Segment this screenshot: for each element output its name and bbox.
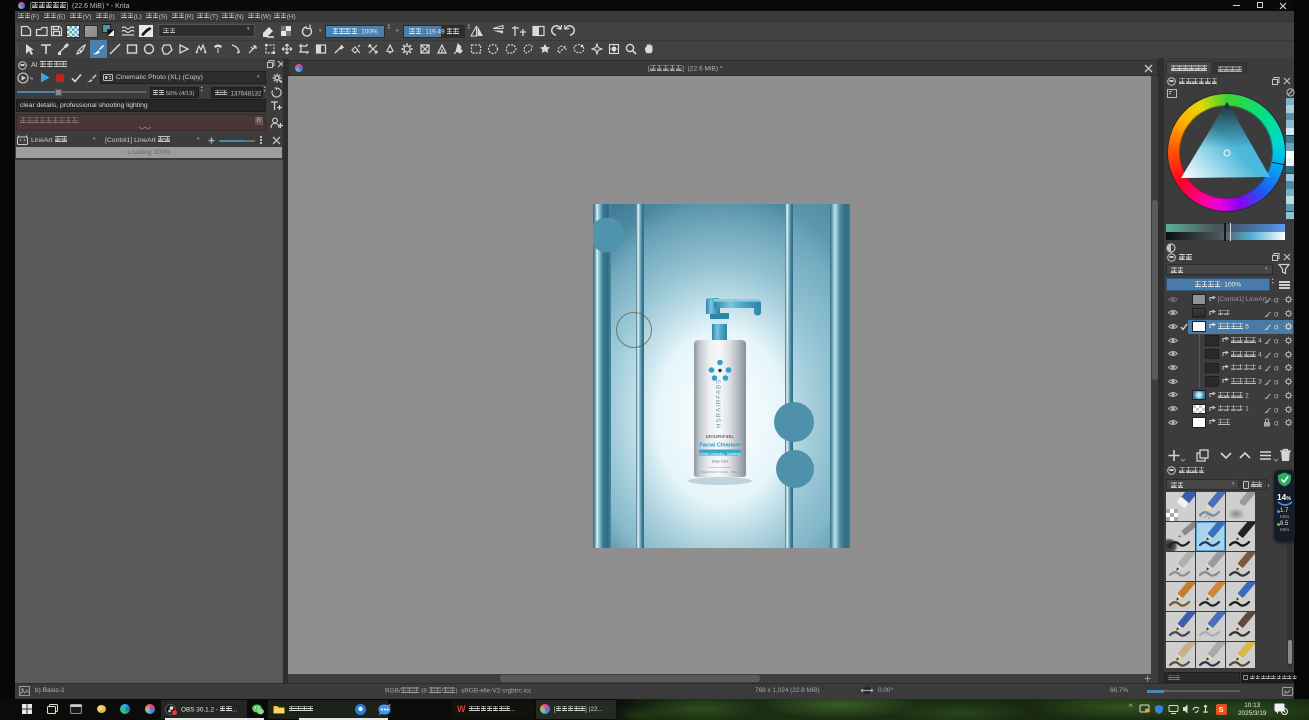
svg-text:α: α: [1274, 364, 1279, 373]
svg-text:α: α: [1274, 350, 1279, 359]
svg-text:α: α: [1274, 337, 1279, 346]
svg-text:α: α: [1274, 323, 1279, 332]
svg-text:α: α: [1274, 405, 1279, 414]
svg-text:α: α: [1274, 309, 1279, 318]
svg-text:Gentle Cleansing · Hydrating: Gentle Cleansing · Hydrating: [700, 452, 741, 456]
svg-text:Daily Care: Daily Care: [712, 460, 729, 464]
svg-text:HSRAIRFABS: HSRAIRFABS: [716, 379, 723, 428]
svg-text:Facial Cleanser: Facial Cleanser: [699, 443, 741, 449]
svg-text:α: α: [1274, 391, 1279, 400]
svg-text:α: α: [1274, 419, 1279, 428]
svg-text:FOAM DAILY WASH · 150 ml: FOAM DAILY WASH · 150 ml: [700, 470, 740, 474]
svg-text:α: α: [1274, 378, 1279, 387]
svg-text:α: α: [1274, 295, 1279, 304]
svg-text:UDSZRIF4EL: UDSZRIF4EL: [706, 434, 735, 439]
